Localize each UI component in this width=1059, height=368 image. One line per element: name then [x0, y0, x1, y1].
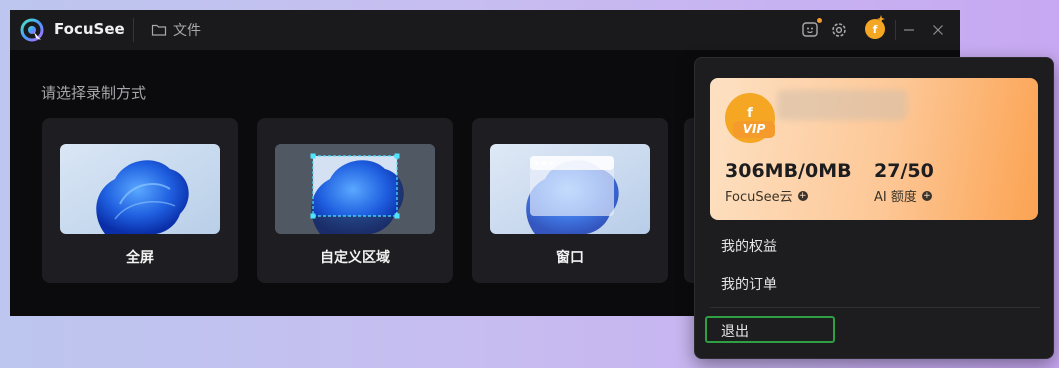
fullscreen-thumbnail: [60, 144, 220, 234]
storage-label: FocuSee云: [725, 190, 793, 205]
window-thumbnail: [490, 144, 650, 234]
blurred-username: [777, 90, 907, 120]
close-icon[interactable]: [928, 20, 948, 40]
menu-my-benefits[interactable]: 我的权益: [721, 236, 777, 256]
focusee-logo-icon: [20, 18, 44, 42]
storage-value: 306MB/0MB: [725, 160, 852, 182]
mode-label-fullscreen: 全屏: [126, 250, 154, 266]
title-bar: FocuSee 文件 f: [10, 10, 960, 50]
ai-quota-value: 27/50: [874, 160, 934, 182]
mode-card-fullscreen[interactable]: 全屏: [42, 118, 238, 283]
notification-dot: [817, 18, 822, 23]
minimize-icon[interactable]: [899, 20, 919, 40]
section-label: 请选择录制方式: [41, 84, 147, 102]
add-ai-quota-plus-icon[interactable]: +: [921, 190, 932, 201]
custom-region-thumbnail: [275, 144, 435, 234]
feedback-icon[interactable]: [800, 18, 822, 40]
app-title: FocuSee: [54, 20, 125, 38]
sparkle-icon: [877, 15, 885, 23]
vip-badge: VIP: [733, 121, 775, 138]
folder-icon: [151, 24, 167, 36]
mode-label-custom-region: 自定义区域: [320, 250, 390, 266]
panel-divider: [710, 307, 1040, 308]
account-dropdown: f VIP 306MB/0MB FocuSee云 + 27/50 AI 额度 +…: [694, 57, 1054, 359]
mode-card-window[interactable]: 窗口: [472, 118, 668, 283]
vip-avatar-letter: f: [747, 106, 753, 121]
files-button[interactable]: 文件: [151, 19, 201, 41]
add-storage-plus-icon[interactable]: +: [797, 190, 808, 201]
ai-quota-label: AI 额度: [874, 190, 917, 205]
files-label: 文件: [173, 23, 201, 39]
ai-quota-label-row: AI 额度 +: [874, 186, 932, 205]
storage-label-row: FocuSee云 +: [725, 186, 808, 205]
menu-my-orders[interactable]: 我的订单: [721, 274, 777, 294]
settings-gear-icon[interactable]: [829, 20, 849, 40]
logout-label: 退出: [721, 324, 749, 340]
mode-label-window: 窗口: [556, 250, 584, 266]
logout-button[interactable]: 退出: [705, 316, 835, 343]
vip-card: f VIP 306MB/0MB FocuSee云 + 27/50 AI 额度 +: [710, 78, 1038, 220]
titlebar-divider: [133, 18, 134, 42]
titlebar-divider-right: [895, 20, 896, 40]
mode-card-custom-region[interactable]: 自定义区域: [257, 118, 453, 283]
